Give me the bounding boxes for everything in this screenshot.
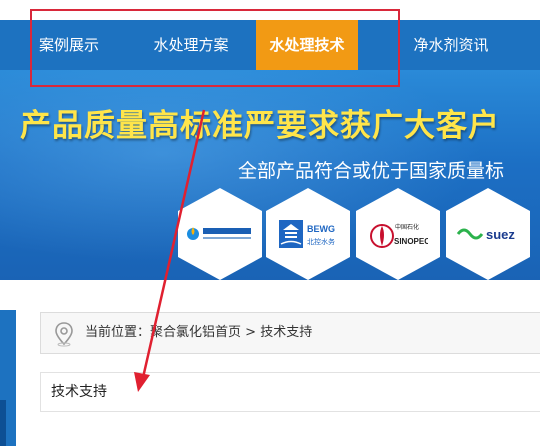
partner-logos: BEWG 北控水务 中国石化 SINOPEC suez — [170, 188, 540, 280]
main-navbar: 案例展示 水处理方案 水处理技术 净水剂资讯 — [0, 20, 540, 70]
partner-logo-suez: suez — [446, 188, 530, 280]
svg-text:北控水务: 北控水务 — [307, 237, 335, 246]
breadcrumb-current[interactable]: 技术支持 — [260, 325, 312, 340]
nav-item-cases[interactable]: 案例展示 — [20, 20, 118, 70]
svg-text:suez: suez — [486, 227, 515, 242]
bewg-temple-icon: BEWG 北控水务 — [275, 216, 341, 252]
sidebar-strip-accent — [0, 400, 6, 446]
breadcrumb-separator: > — [241, 325, 261, 340]
section-title: 技术支持 — [51, 384, 107, 400]
location-pin-icon — [53, 321, 75, 351]
partner-logo-sinopec: 中国石化 SINOPEC — [356, 188, 440, 280]
nav-item-solutions[interactable]: 水处理方案 — [134, 20, 248, 70]
breadcrumb-home-link[interactable]: 聚合氯化铝首页 — [150, 325, 241, 340]
hero-banner: 产品质量高标准严要求获广大客户 全部产品符合或优于国家质量标 BEWG 北控水务… — [0, 70, 540, 280]
section-header: 技术支持 — [40, 372, 540, 412]
sinopec-icon: 中国石化 SINOPEC — [368, 214, 428, 254]
breadcrumb-prefix: 当前位置： — [85, 325, 151, 340]
partner-logo-bdg — [178, 188, 262, 280]
svg-text:SINOPEC: SINOPEC — [394, 237, 428, 246]
water-drop-icon — [185, 222, 255, 246]
nav-item-news[interactable]: 净水剂资讯 — [392, 20, 510, 70]
bewg-logo-text: BEWG — [307, 224, 335, 234]
svg-text:中国石化: 中国石化 — [395, 223, 419, 231]
partner-logo-bewg: BEWG 北控水务 — [266, 188, 350, 280]
sidebar-strip — [0, 310, 16, 446]
nav-item-technology[interactable]: 水处理技术 — [256, 20, 358, 70]
breadcrumb-text: 当前位置：聚合氯化铝首页 > 技术支持 — [85, 313, 312, 353]
breadcrumb: 当前位置：聚合氯化铝首页 > 技术支持 — [40, 312, 540, 354]
banner-title: 产品质量高标准严要求获广大客户 — [20, 108, 500, 144]
banner-subtitle: 全部产品符合或优于国家质量标 — [238, 160, 505, 182]
suez-wave-icon: suez — [456, 224, 520, 244]
